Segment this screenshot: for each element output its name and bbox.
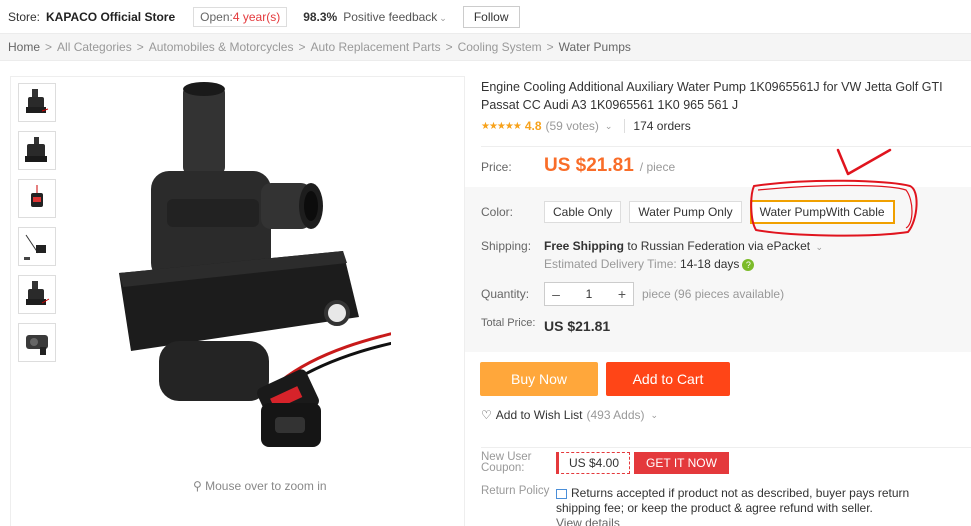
breadcrumb-all-categories[interactable]: All Categories xyxy=(57,40,132,54)
return-policy-row: Return Policy Returns accepted if produc… xyxy=(481,485,936,526)
chevron-down-icon: ⌄ xyxy=(439,12,447,23)
add-to-cart-button[interactable]: Add to Cart xyxy=(606,362,730,396)
wishlist-text: Add to Wish List xyxy=(495,408,583,422)
wishlist-count: (493 Adds) xyxy=(586,408,645,422)
zoom-hint: ⚲ Mouse over to zoom in xyxy=(193,479,327,493)
breadcrumb-cooling-system[interactable]: Cooling System xyxy=(458,40,542,54)
color-option-water-pump-with-cable[interactable]: Water PumpWith Cable xyxy=(749,200,895,224)
product-info: Engine Cooling Additional Auxiliary Wate… xyxy=(481,78,971,133)
per-piece: / piece xyxy=(639,160,676,174)
total-label: Total Price: xyxy=(481,317,536,329)
price-value: US $21.81 xyxy=(544,155,634,176)
plus-button[interactable]: + xyxy=(611,286,633,302)
breadcrumb: Home > All Categories > Automobiles & Moto… xyxy=(0,33,971,61)
chevron-down-icon: ⌄ xyxy=(604,120,613,131)
main-product-image[interactable] xyxy=(111,81,442,451)
quantity-label: Quantity: xyxy=(481,287,530,301)
shipping-label: Shipping: xyxy=(481,239,532,253)
price-label: Price: xyxy=(481,160,512,174)
view-details-link[interactable]: View details xyxy=(556,516,620,526)
store-name-link[interactable]: KAPACO Official Store xyxy=(46,10,175,24)
minus-button[interactable]: – xyxy=(545,286,567,302)
coupon-row: New User Coupon: US $4.00 GET IT NOW xyxy=(481,447,971,474)
chevron-down-icon: ⌄ xyxy=(815,242,824,252)
shipping-dropdown[interactable]: Free Shipping to Russian Federation via … xyxy=(544,239,823,253)
coupon-amount: US $4.00 xyxy=(556,452,631,474)
quantity-stepper: – 1 + xyxy=(544,282,634,306)
color-option-cable-only[interactable]: Cable Only xyxy=(544,201,622,223)
color-row: Color: Cable Only Water Pump Only Water … xyxy=(481,200,903,224)
thumbnail-3[interactable] xyxy=(18,179,56,218)
heart-icon: ♡ xyxy=(481,408,492,422)
rating-value: 4.8 xyxy=(524,119,542,133)
store-bar: Store: KAPACO Official Store Open:4 year… xyxy=(0,0,971,33)
delivery-label: Estimated Delivery Time: xyxy=(544,257,677,271)
star-rating-icon: ★★★★★ xyxy=(481,120,522,132)
orders-count: 174 orders xyxy=(624,119,691,133)
chevron-down-icon: ⌄ xyxy=(650,409,659,420)
quantity-input[interactable]: 1 xyxy=(567,287,611,301)
thumbnail-6[interactable] xyxy=(18,323,56,362)
breadcrumb-auto-parts[interactable]: Auto Replacement Parts xyxy=(311,40,441,54)
follow-button[interactable]: Follow xyxy=(462,5,520,28)
free-shipping: Free Shipping xyxy=(544,239,625,253)
thumbnail-4[interactable] xyxy=(18,227,56,266)
shipping-destination: to Russian Federation via ePacket xyxy=(627,239,811,253)
wishlist-link[interactable]: ♡ Add to Wish List (493 Adds) ⌄ xyxy=(481,408,658,422)
product-gallery: ⚲ Mouse over to zoom in xyxy=(10,76,465,526)
total-row: Total Price: US $21.81 xyxy=(481,317,611,335)
feedback-text: Positive feedback xyxy=(343,9,438,24)
total-value: US $21.81 xyxy=(544,318,611,334)
zoom-hint-text: Mouse over to zoom in xyxy=(205,479,327,493)
thumbnail-1[interactable] xyxy=(18,83,56,122)
open-prefix: Open: xyxy=(200,9,233,24)
breadcrumb-home[interactable]: Home xyxy=(8,40,40,54)
buy-now-button[interactable]: Buy Now xyxy=(480,362,598,396)
coupon-label: New User Coupon: xyxy=(481,451,532,474)
product-title: Engine Cooling Additional Auxiliary Wate… xyxy=(481,80,943,112)
breadcrumb-automobiles[interactable]: Automobiles & Motorcycles xyxy=(149,40,294,54)
delivery-days: 14-18 days xyxy=(680,257,740,271)
thumbnail-list xyxy=(18,83,56,362)
feedback-dropdown[interactable]: Positive feedback ⌄ xyxy=(343,10,447,24)
price-row: Price: US $21.81 / piece xyxy=(481,146,971,177)
magnifier-icon: ⚲ xyxy=(193,479,202,493)
return-text: Returns accepted if product not as descr… xyxy=(556,486,910,515)
quantity-available: piece (96 pieces available) xyxy=(642,287,785,301)
quantity-row: Quantity: – 1 + piece (96 pieces availab… xyxy=(481,282,784,306)
get-coupon-button[interactable]: GET IT NOW xyxy=(634,452,729,474)
return-label: Return Policy xyxy=(481,485,550,497)
thumbnail-5[interactable] xyxy=(18,275,56,314)
rating-row: ★★★★★ 4.8 (59 votes) ⌄ 174 orders xyxy=(481,119,971,133)
breadcrumb-water-pumps[interactable]: Water Pumps xyxy=(559,40,631,54)
store-label: Store: xyxy=(8,9,41,24)
feedback-percent: 98.3% xyxy=(303,9,338,24)
thumbnail-2[interactable] xyxy=(18,131,56,170)
return-policy-icon xyxy=(556,488,567,499)
store-open-badge: Open:4 year(s) xyxy=(193,6,288,27)
open-years: 4 year(s) xyxy=(232,9,281,24)
color-option-water-pump-only[interactable]: Water Pump Only xyxy=(629,201,742,223)
shipping-row: Shipping: Free Shipping to Russian Feder… xyxy=(481,239,823,271)
votes-link[interactable]: (59 votes) xyxy=(546,119,599,133)
help-icon[interactable]: ? xyxy=(742,258,755,271)
color-label: Color: xyxy=(481,205,514,219)
